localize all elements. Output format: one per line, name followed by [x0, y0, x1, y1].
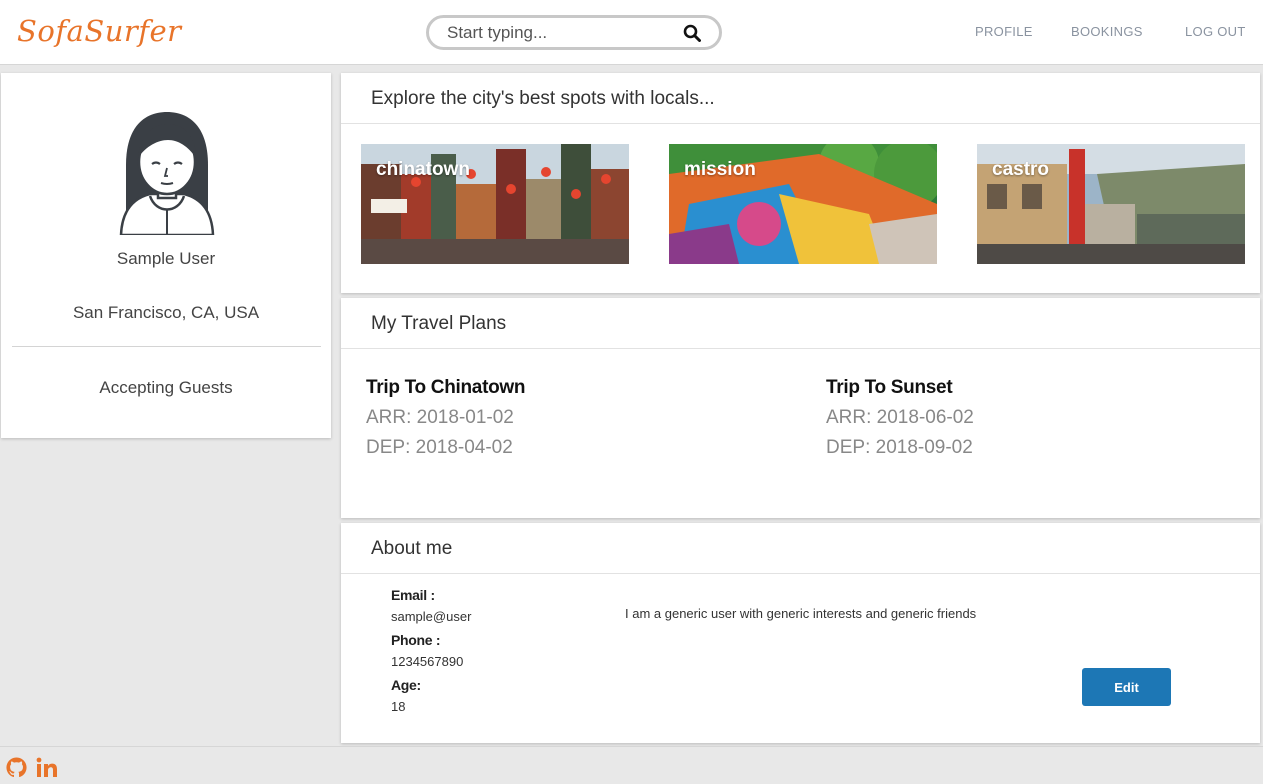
profile-divider	[12, 346, 321, 347]
linkedin-icon[interactable]	[36, 757, 58, 778]
trip-departure: DEP: 2018-04-02	[366, 437, 513, 458]
spot-name: castro	[992, 159, 1050, 180]
trip-item[interactable]: Trip To Sunset ARR: 2018-06-02 DEP: 2018…	[826, 377, 974, 467]
travel-plans-panel: My Travel Plans Trip To Chinatown ARR: 2…	[341, 298, 1260, 518]
trip-name: Trip To Sunset	[826, 377, 953, 398]
trip-arrival: ARR: 2018-06-02	[826, 407, 974, 428]
search-input[interactable]	[447, 22, 667, 44]
search-box	[426, 15, 722, 50]
spot-name: chinatown	[376, 159, 470, 180]
email-label: Email :	[391, 587, 435, 603]
trip-arrival: ARR: 2018-01-02	[366, 407, 514, 428]
nav-logout-link[interactable]: LOG OUT	[1185, 24, 1246, 39]
explore-panel: Explore the city's best spots with local…	[341, 73, 1260, 293]
hosting-status: Accepting Guests	[99, 378, 233, 397]
spot-card-chinatown[interactable]: chinatown	[361, 144, 629, 264]
explore-title: Explore the city's best spots with local…	[341, 73, 1260, 124]
spot-card-castro[interactable]: castro	[977, 144, 1245, 264]
avatar	[119, 112, 215, 235]
nav-profile-link[interactable]: PROFILE	[975, 24, 1033, 39]
email-value: sample@user	[391, 609, 472, 624]
phone-label: Phone :	[391, 632, 441, 648]
trip-departure: DEP: 2018-09-02	[826, 437, 973, 458]
user-location: San Francisco, CA, USA	[72, 303, 260, 322]
travel-plans-title: My Travel Plans	[341, 298, 1260, 349]
edit-profile-button[interactable]: Edit	[1082, 668, 1171, 706]
about-me-title: About me	[341, 523, 1260, 574]
trip-name: Trip To Chinatown	[366, 377, 526, 398]
age-value: 18	[391, 699, 406, 714]
sofasurfer-logo[interactable]: SofaSurfer	[17, 6, 182, 56]
github-icon[interactable]	[6, 757, 27, 778]
trip-item[interactable]: Trip To Chinatown ARR: 2018-01-02 DEP: 2…	[366, 377, 526, 467]
about-me-panel: About me Email : sample@user Phone : 123…	[341, 523, 1260, 743]
user-bio: I am a generic user with generic interes…	[625, 606, 977, 621]
footer	[0, 746, 1263, 784]
top-navbar: SofaSurfer PROFILE BOOKINGS LOG OUT	[0, 0, 1263, 65]
user-name: Sample User	[116, 249, 216, 268]
contact-details: Email : sample@user Phone : 1234567890 A…	[391, 587, 591, 722]
search-icon[interactable]	[683, 24, 701, 42]
phone-value: 1234567890	[391, 654, 464, 669]
nav-bookings-link[interactable]: BOOKINGS	[1071, 24, 1143, 39]
spot-name: mission	[684, 159, 756, 180]
spot-card-mission[interactable]: mission	[669, 144, 937, 264]
age-label: Age:	[391, 677, 421, 693]
profile-card: Sample User San Francisco, CA, USA Accep…	[1, 73, 331, 438]
